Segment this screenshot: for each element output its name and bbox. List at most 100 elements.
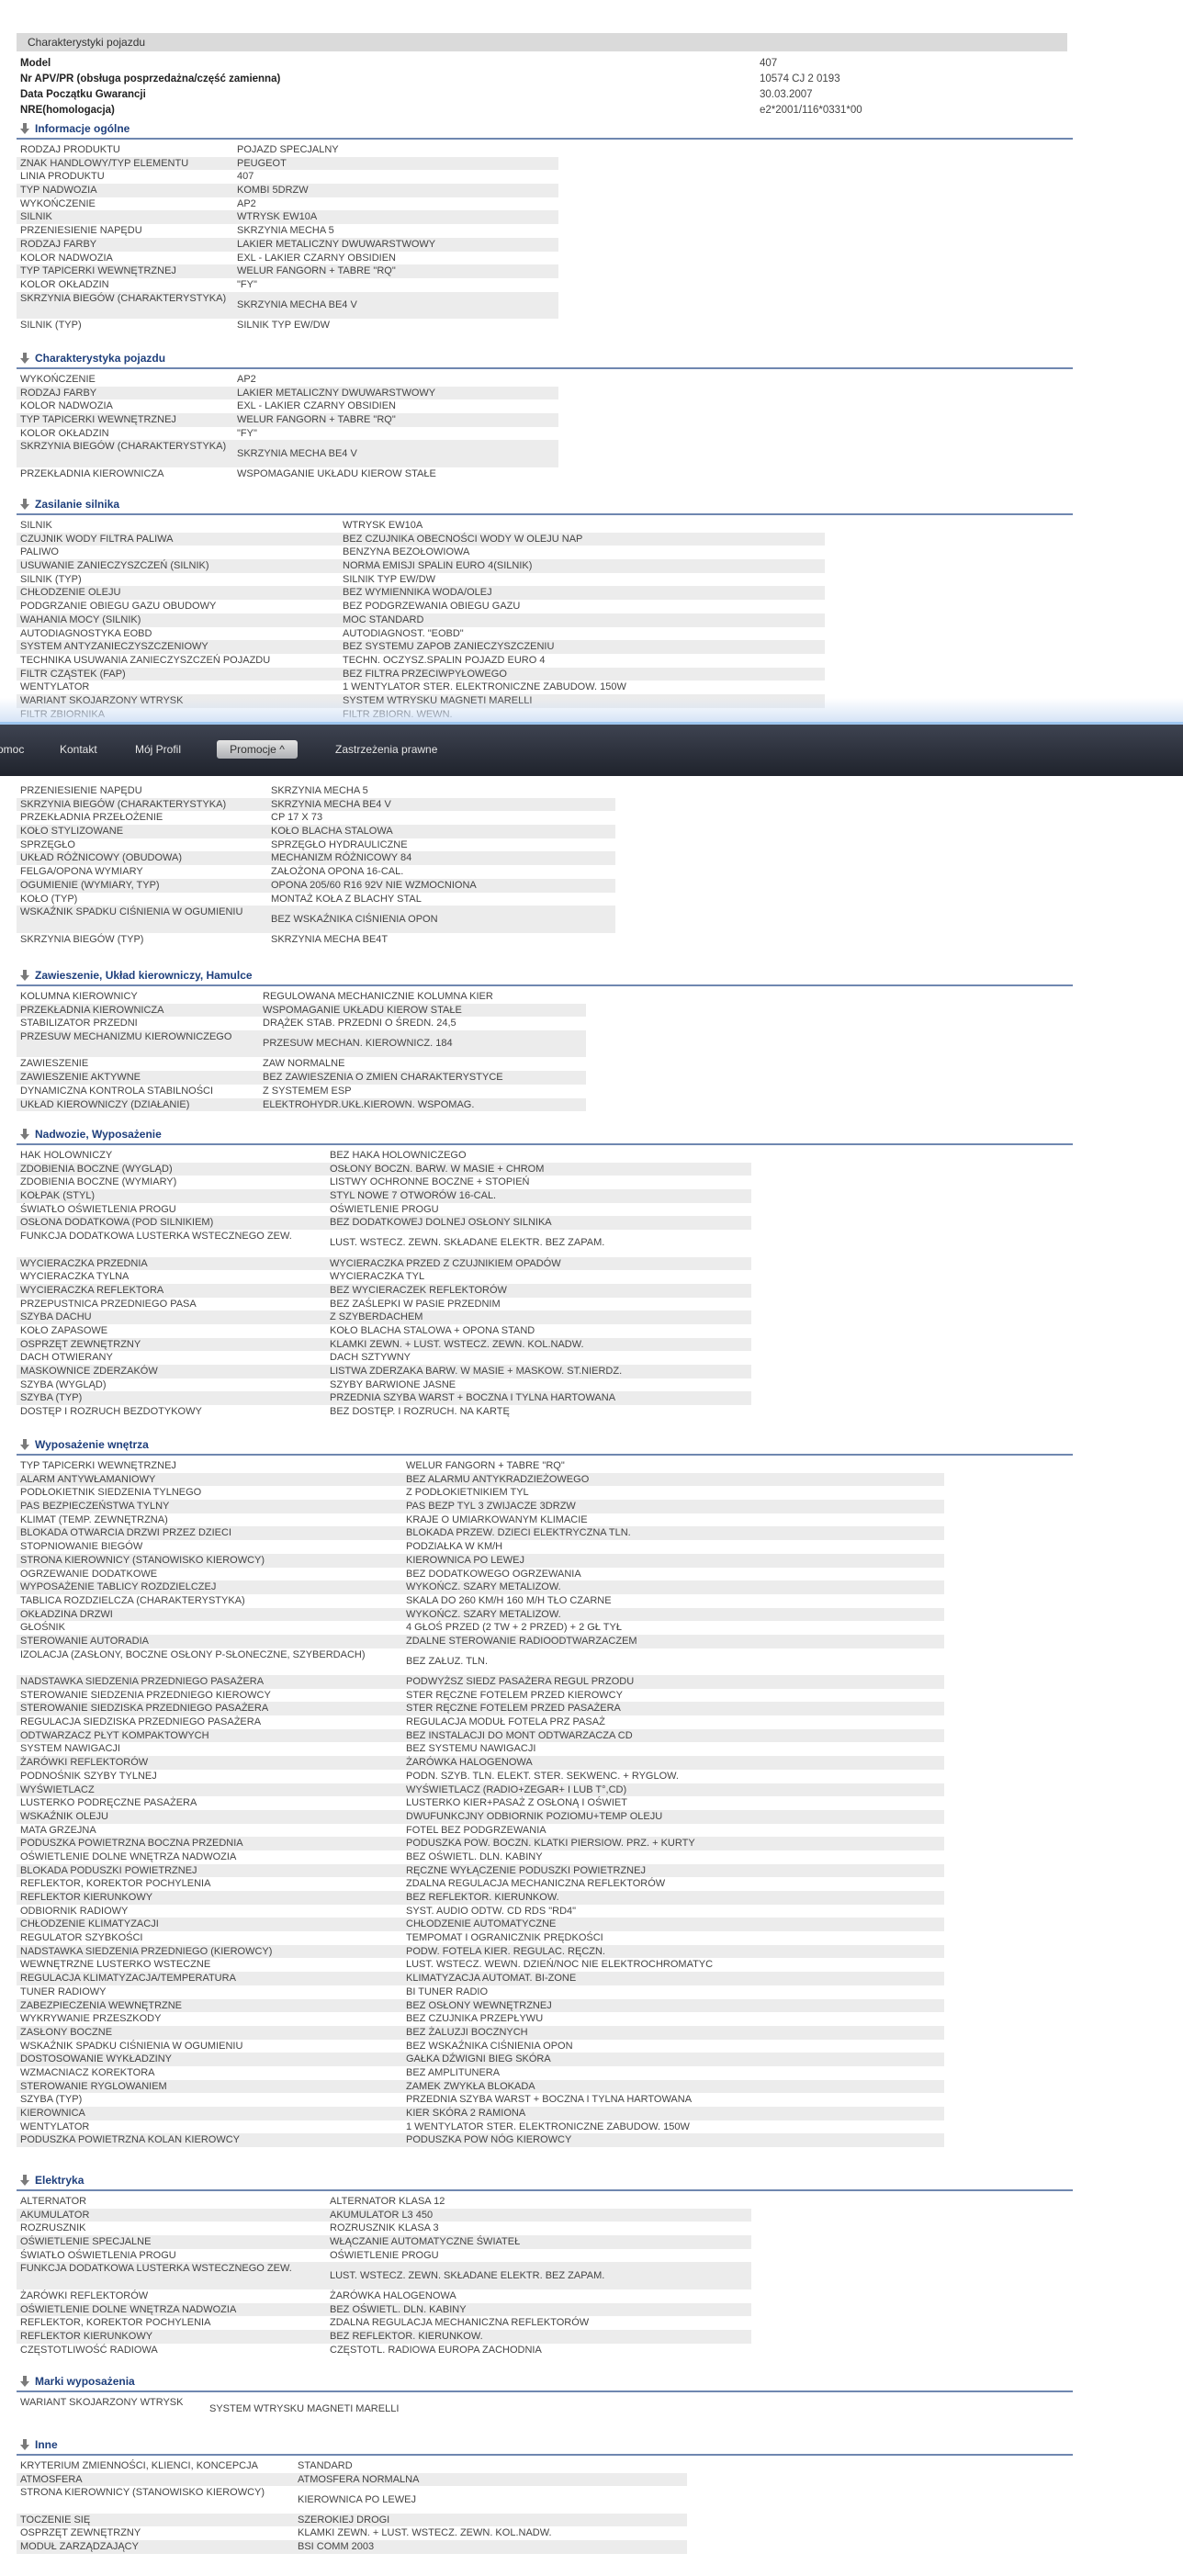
section-title[interactable]: Wyposażenie wnętrza xyxy=(17,1435,1073,1456)
spec-label: KOLOR NADWOZIA xyxy=(20,400,113,412)
spec-row: SKRZYNIA BIEGÓW (CHARAKTERYSTYKA) SKRZYNI… xyxy=(17,797,1073,812)
nav-link[interactable]: Mój Profil xyxy=(135,743,181,756)
spec-row: SKRZYNIA BIEGÓW (CHARAKTERYSTYKA) SKRZYNI… xyxy=(17,440,1073,467)
section-title[interactable]: Inne xyxy=(17,2435,1073,2456)
spec-label: SILNIK xyxy=(20,520,52,531)
nav-link-legal[interactable]: Zastrzeżenia prawne xyxy=(335,743,437,756)
spec-value: DRĄŻEK STAB. PRZEDNI O ŚREDN. 24,5 xyxy=(263,1018,456,1029)
collapse-arrow-icon[interactable] xyxy=(18,352,31,365)
summary-value: 30.03.2007 xyxy=(760,89,813,100)
spec-row: REFLEKTOR, KOREKTOR POCHYLENIA ZDALNA REG… xyxy=(17,2316,1073,2330)
spec-value: STER RĘCZNE FOTELEM PRZED KIEROWCY xyxy=(406,1689,623,1701)
spec-value: WYCIERACZKA PRZED Z CZUJNIKIEM OPADÓW xyxy=(330,1257,561,1269)
spec-label: KOLUMNA KIEROWNICY xyxy=(20,991,138,1002)
spec-label: UKŁAD RÓŻNICOWY (OBUDOWA) xyxy=(20,852,183,864)
nav-promo-button[interactable]: Promocje ^ xyxy=(217,740,298,759)
spec-label: KOLOR OKŁADZIN xyxy=(20,278,109,290)
collapse-arrow-icon[interactable] xyxy=(18,122,31,135)
spec-row: TYP TAPICERKI WEWNĘTRZNEJ WELUR FANGORN +… xyxy=(17,1459,1073,1473)
spec-row: STABILIZATOR PRZEDNI DRĄŻEK STAB. PRZEDNI… xyxy=(17,1017,1073,1030)
spec-label: STEROWANIE SIEDZISKA PRZEDNIEGO PASAŻERA xyxy=(20,1703,269,1715)
spec-label: MATA GRZEJNA xyxy=(20,1824,96,1836)
spec-label: SKRZYNIA BIEGÓW (TYP) xyxy=(20,933,144,945)
spec-row: KOLOR NADWOZIA EXL - LAKIER CZARNY OBSIDI… xyxy=(17,399,1073,413)
collapse-arrow-icon[interactable] xyxy=(18,2375,31,2388)
spec-value: ŻARÓWKA HALOGENOWA xyxy=(330,2289,456,2301)
spec-row: ZASŁONY BOCZNE BEZ ŻALUZJI BOCZNYCH xyxy=(17,2025,1073,2040)
spec-value: STYL NOWE 7 OTWORÓW 16-CAL. xyxy=(330,1190,497,1202)
spec-value: SKALA DO 260 KM/H 160 M/H TŁO CZARNE xyxy=(406,1594,612,1606)
spec-label: UKŁAD KIEROWNICZY (DZIAŁANIE) xyxy=(20,1098,190,1110)
spec-label: ALARM ANTYWŁAMANIOWY xyxy=(20,1473,156,1485)
spec-label: OŚWIETLENIE SPECJALNE xyxy=(20,2236,152,2248)
spec-row: WENTYLATOR 1 WENTYLATOR STER. ELEKTRONICZ… xyxy=(17,681,1073,694)
spec-value: CZĘSTOTL. RADIOWA EUROPA ZACHODNIA xyxy=(330,2344,542,2356)
collapse-arrow-icon[interactable] xyxy=(18,2438,31,2451)
spec-label: ZABEZPIECZENIA WEWNĘTRZNE xyxy=(20,1999,183,2011)
spec-label: KOŁO (TYP) xyxy=(20,893,78,905)
spec-value: LISTWA ZDERZAKA BARW. W MASIE + MASKOW. … xyxy=(330,1366,623,1378)
spec-row: TYP TAPICERKI WEWNĘTRZNEJ WELUR FANGORN +… xyxy=(17,264,1073,278)
spec-row: STEROWANIE AUTORADIA ZDALNE STEROWANIE RA… xyxy=(17,1634,1073,1648)
spec-label: KOŁO ZAPASOWE xyxy=(20,1324,108,1336)
spec-value: LISTWY OCHRONNE BOCZNE + STOPIEŃ xyxy=(330,1176,530,1188)
collapse-arrow-icon[interactable] xyxy=(18,1128,31,1141)
section-title[interactable]: Nadwozie, Wyposażenie xyxy=(17,1125,1073,1145)
spec-label: FUNKCJA DODATKOWA LUSTERKA WSTECZNEGO ZE… xyxy=(20,2263,292,2275)
spec-label: FUNKCJA DODATKOWA LUSTERKA WSTECZNEGO ZE… xyxy=(20,1231,292,1243)
spec-row: ŚWIATŁO OŚWIETLENIA PROGU OŚWIETLENIE PRO… xyxy=(17,1203,1073,1217)
spec-row: MATA GRZEJNA FOTEL BEZ PODGRZEWANIA xyxy=(17,1824,1073,1838)
spec-label: ZNAK HANDLOWY/TYP ELEMENTU xyxy=(20,157,189,169)
summary-value: 407 xyxy=(760,58,778,69)
section-title[interactable]: Informacje ogólne xyxy=(17,119,1073,140)
spec-value: WYŚWIETLACZ (RADIO+ZEGAR+ I LUB T°,CD) xyxy=(406,1783,627,1795)
spec-value: LUST. WSTECZ. ZEWN. SKŁADANE ELEKTR. BEZ… xyxy=(330,1237,605,1249)
spec-value: BEZ WSKAŹNIKA CIŚNIENIA OPON xyxy=(406,2040,573,2052)
spec-row: PRZENIESIENIE NAPĘDU SKRZYNIA MECHA 5 xyxy=(17,784,1073,798)
spec-value: BLOKADA PRZEW. DZIECI ELEKTRYCZNA TLN. xyxy=(406,1527,631,1539)
spec-value: BEZ ZAŚLEPKI W PASIE PRZEDNIM xyxy=(330,1298,501,1310)
spec-value: REGULACJA MODUŁ FOTELA PRZ PASAŻ xyxy=(406,1716,605,1728)
spec-label: PRZENIESIENIE NAPĘDU xyxy=(20,785,142,796)
spec-value: SKRZYNIA MECHA 5 xyxy=(237,225,334,237)
collapse-arrow-icon[interactable] xyxy=(18,969,31,982)
spec-value: ŻARÓWKA HALOGENOWA xyxy=(406,1757,533,1769)
spec-label: OSŁONA DODATKOWA (POD SILNIKIEM) xyxy=(20,1217,214,1229)
section-title[interactable]: Zasilanie silnika xyxy=(17,495,1073,515)
summary-label: Model xyxy=(20,58,51,69)
spec-label: AKUMULATOR xyxy=(20,2209,90,2221)
spec-row: WYKRYWANIE PRZESZKODY BEZ CZUJNIKA PRZEPŁ… xyxy=(17,2012,1073,2026)
section-title[interactable]: Elektryka xyxy=(17,2171,1073,2191)
section-title-text: Charakterystyka pojazdu xyxy=(35,352,166,365)
spec-row: WYCIERACZKA PRZEDNIA WYCIERACZKA PRZED Z … xyxy=(17,1256,1073,1271)
spec-value: WSPOMAGANIE UKŁADU KIEROW STAŁE xyxy=(263,1004,462,1016)
nav-link[interactable]: Kontakt xyxy=(60,743,97,756)
spec-label: REGULATOR SZYBKOŚCI xyxy=(20,1932,143,1944)
spec-label: WSKAŹNIK SPADKU CIŚNIENIA W OGUMIENIU xyxy=(20,906,243,918)
section-title[interactable]: Zawieszenie, Układ kierowniczy, Hamulce xyxy=(17,966,1073,986)
spec-value: PODUSZKA POW NÓG KIEROWCY xyxy=(406,2134,572,2146)
collapse-arrow-icon[interactable] xyxy=(18,1438,31,1451)
spec-row: ATMOSFERA ATMOSFERA NORMALNA xyxy=(17,2472,1073,2487)
spec-value: ALTERNATOR KLASA 12 xyxy=(330,2196,445,2207)
spec-label: SKRZYNIA BIEGÓW (CHARAKTERYSTYKA) xyxy=(20,441,227,453)
spec-value: KOŁO BLACHA STALOWA xyxy=(271,826,393,838)
spec-value: LUST. WSTECZ. ZEWN. SKŁADANE ELEKTR. BEZ… xyxy=(330,2269,605,2281)
spec-value: REGULOWANA MECHANICZNIE KOLUMNA KIER xyxy=(263,991,493,1002)
spec-label: OGUMIENIE (WYMIARY, TYP) xyxy=(20,879,160,891)
section-title[interactable]: Marki wyposażenia xyxy=(17,2372,1073,2392)
spec-value: KLAMKI ZEWN. + LUST. WSTECZ. ZEWN. KOL.N… xyxy=(330,1338,584,1350)
nav-link[interactable]: omoc xyxy=(0,743,24,756)
spec-row: TYP NADWOZIA KOMBI 5DRZW xyxy=(17,184,1073,197)
section-title-text: Elektryka xyxy=(35,2174,84,2187)
spec-label: CZUJNIK WODY FILTRA PALIWA xyxy=(20,533,174,545)
spec-row: FUNKCJA DODATKOWA LUSTERKA WSTECZNEGO ZE… xyxy=(17,1230,1073,1256)
spec-value: BI TUNER RADIO xyxy=(406,1985,489,1997)
spec-label: SYSTEM NAWIGACJI xyxy=(20,1743,120,1755)
section-title[interactable]: Charakterystyka pojazdu xyxy=(17,349,1073,369)
spec-value: BEZ DOSTĘP. I ROZRUCH. NA KARTĘ xyxy=(330,1406,510,1418)
collapse-arrow-icon[interactable] xyxy=(18,2174,31,2187)
collapse-arrow-icon[interactable] xyxy=(18,498,31,511)
spec-value: 407 xyxy=(237,171,254,183)
spec-label: WAHANIA MOCY (SILNIK) xyxy=(20,613,141,625)
